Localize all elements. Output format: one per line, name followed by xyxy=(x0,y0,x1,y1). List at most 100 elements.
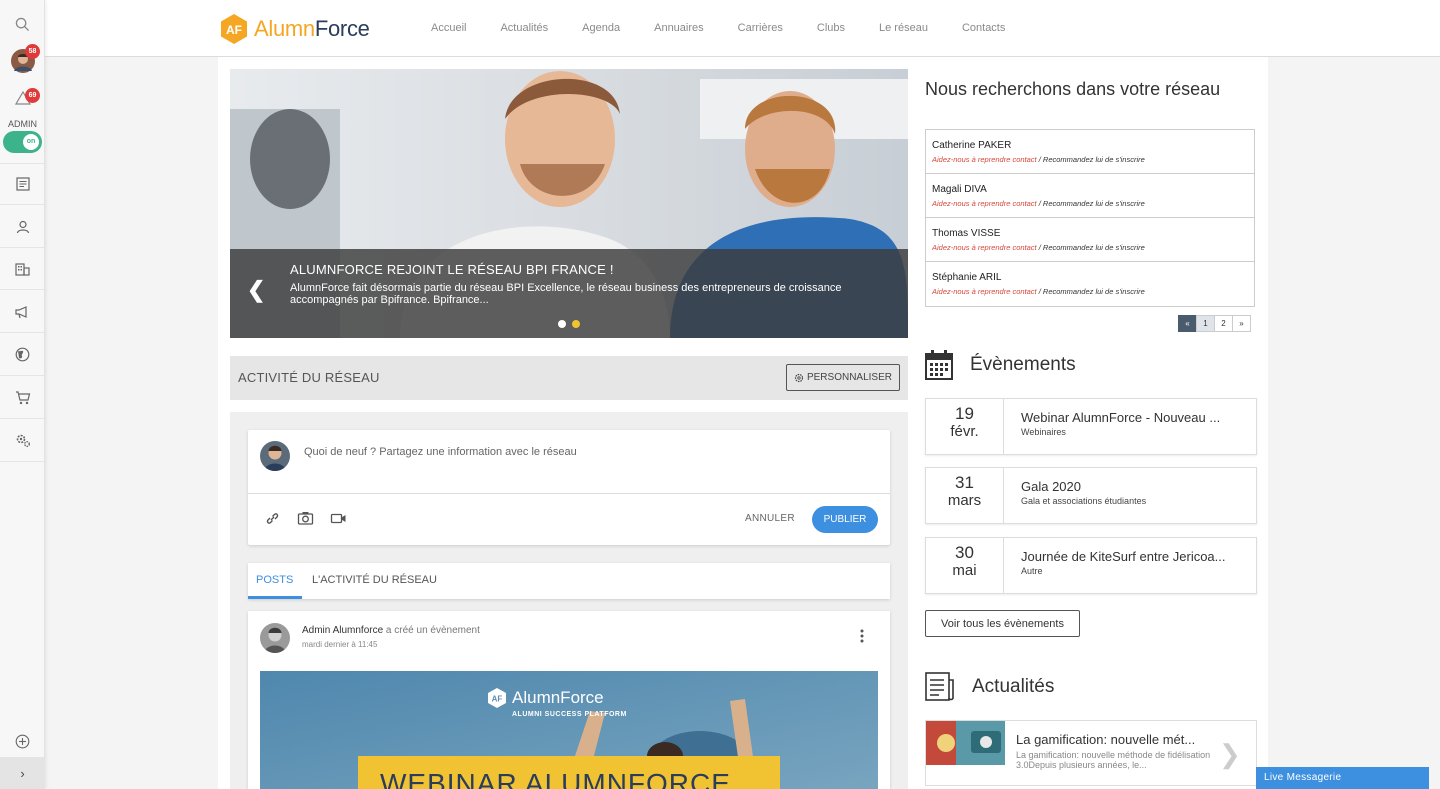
post-image-banner-text: WEBINAR ALUMNFORCE xyxy=(380,768,731,789)
more-vertical-icon[interactable] xyxy=(860,629,864,648)
invite-link[interactable]: Recommandez lui de s'inscrire xyxy=(1043,287,1145,296)
news-title: Actualités xyxy=(972,676,1055,697)
admin-label: ADMIN xyxy=(8,119,37,129)
nav-item-carrieres[interactable]: Carrières xyxy=(738,22,783,34)
post-image[interactable]: AF AlumnForce ALUMNI SUCCESS PLATFORM WE… xyxy=(260,671,878,789)
brand-logo[interactable]: AF AlumnForce xyxy=(218,13,370,45)
invite-link[interactable]: Recommandez lui de s'inscrire xyxy=(1043,243,1145,252)
post-author[interactable]: Admin Alumnforce xyxy=(302,625,383,636)
toggle-knob: on xyxy=(23,134,39,150)
recommend-list: Catherine PAKER Aidez-nous à reprendre c… xyxy=(925,129,1255,307)
logo-hexagon-icon: AF xyxy=(221,14,247,44)
hero-carousel[interactable]: ❮ ALUMNFORCE REJOINT LE RÉSEAU BPI FRANC… xyxy=(230,69,908,338)
video-icon[interactable] xyxy=(330,510,347,532)
feed-post: Admin Alumnforce a créé un évènement mar… xyxy=(248,611,890,789)
nav-item-actualites[interactable]: Actualités xyxy=(500,22,548,34)
nav-item-contacts[interactable]: Contacts xyxy=(962,22,1005,34)
event-day: 31 xyxy=(955,473,974,492)
person-name[interactable]: Catherine PAKER xyxy=(932,140,1011,151)
person-name[interactable]: Magali DIVA xyxy=(932,184,987,195)
recommend-title: Nous recherchons dans votre réseau xyxy=(925,79,1221,99)
carousel-dot[interactable] xyxy=(558,320,566,328)
nav-item-annuaires[interactable]: Annuaires xyxy=(654,22,704,34)
tab-posts[interactable]: POSTS xyxy=(256,574,293,586)
cancel-button[interactable]: ANNULER xyxy=(745,513,795,524)
expand-rail-button[interactable]: › xyxy=(0,757,45,789)
hero-text: AlumnForce fait désormais partie du rése… xyxy=(290,282,842,306)
megaphone-icon[interactable] xyxy=(0,291,45,333)
alert-icon[interactable]: 69 xyxy=(0,88,45,108)
hero-prev-button[interactable]: ❮ xyxy=(247,277,265,303)
building-icon[interactable] xyxy=(0,248,45,290)
event-title[interactable]: Webinar AlumnForce - Nouveau ... xyxy=(1021,410,1246,425)
event-category: Autre xyxy=(1021,566,1043,576)
add-circle-icon[interactable] xyxy=(0,731,45,751)
list-item: Thomas VISSE Aidez-nous à reprendre cont… xyxy=(926,218,1254,262)
svg-text:AF: AF xyxy=(492,695,503,704)
camera-icon[interactable] xyxy=(297,510,314,532)
event-title[interactable]: Gala 2020 xyxy=(1021,479,1246,494)
chevron-right-icon[interactable]: ❯ xyxy=(1219,739,1241,770)
pager-next[interactable]: » xyxy=(1232,315,1251,332)
hero-caption: ❮ ALUMNFORCE REJOINT LE RÉSEAU BPI FRANC… xyxy=(230,249,908,338)
person-name[interactable]: Thomas VISSE xyxy=(932,228,1000,239)
search-icon[interactable] xyxy=(0,12,45,36)
news-thumbnail[interactable] xyxy=(926,721,1005,765)
globe-icon[interactable] xyxy=(0,334,45,376)
settings-icon[interactable] xyxy=(0,420,45,462)
post-image-logo: AF AlumnForce xyxy=(486,687,604,709)
post-avatar[interactable] xyxy=(260,623,290,653)
reconnect-link[interactable]: Aidez-nous à reprendre contact xyxy=(932,243,1037,252)
event-day: 30 xyxy=(955,543,974,562)
cart-icon[interactable] xyxy=(0,377,45,419)
link-icon[interactable] xyxy=(264,510,281,532)
user-icon[interactable] xyxy=(0,206,45,248)
user-avatar[interactable]: 58 xyxy=(0,44,45,74)
post-author-line: Admin Alumnforce a créé un évènement xyxy=(302,625,480,636)
pager-prev[interactable]: « xyxy=(1178,315,1197,332)
carousel-dot-active[interactable] xyxy=(572,320,580,328)
events-header: Évènements xyxy=(925,350,1076,380)
reconnect-link[interactable]: Aidez-nous à reprendre contact xyxy=(932,287,1037,296)
composer-avatar xyxy=(260,441,290,471)
event-card[interactable]: 31 mars Gala 2020 Gala et associations é… xyxy=(925,467,1257,524)
invite-link[interactable]: Recommandez lui de s'inscrire xyxy=(1043,199,1145,208)
list-item: Catherine PAKER Aidez-nous à reprendre c… xyxy=(926,130,1254,174)
person-links: Aidez-nous à reprendre contact / Recomma… xyxy=(932,287,1145,296)
person-links: Aidez-nous à reprendre contact / Recomma… xyxy=(932,243,1145,252)
document-icon[interactable] xyxy=(0,163,45,205)
pager-page-1[interactable]: 1 xyxy=(1196,315,1215,332)
event-date: 19 févr. xyxy=(926,399,1004,454)
nav-item-le-reseau[interactable]: Le réseau xyxy=(879,22,928,34)
composer-input[interactable]: Quoi de neuf ? Partagez une information … xyxy=(304,446,577,458)
nav-item-accueil[interactable]: Accueil xyxy=(431,22,466,34)
reconnect-link[interactable]: Aidez-nous à reprendre contact xyxy=(932,199,1037,208)
event-title[interactable]: Journée de KiteSurf entre Jericoa... xyxy=(1021,549,1246,564)
activity-title: ACTIVITÉ DU RÉSEAU xyxy=(238,370,380,385)
hero-title[interactable]: ALUMNFORCE REJOINT LE RÉSEAU BPI FRANCE … xyxy=(290,262,614,277)
personalize-button[interactable]: PERSONNALISER xyxy=(785,364,900,391)
event-card[interactable]: 19 févr. Webinar AlumnForce - Nouveau ..… xyxy=(925,398,1257,455)
invite-link[interactable]: Recommandez lui de s'inscrire xyxy=(1043,155,1145,164)
tab-network-activity[interactable]: L'ACTIVITÉ DU RÉSEAU xyxy=(312,574,437,586)
live-messaging-bar[interactable]: Live Messagerie xyxy=(1256,767,1429,789)
see-all-events-button[interactable]: Voir tous les évènements xyxy=(925,610,1080,637)
event-card[interactable]: 30 mai Journée de KiteSurf entre Jericoa… xyxy=(925,537,1257,594)
reconnect-link[interactable]: Aidez-nous à reprendre contact xyxy=(932,155,1037,164)
brand-name: AlumnForce xyxy=(254,16,370,41)
person-name[interactable]: Stéphanie ARIL xyxy=(932,272,1002,283)
admin-toggle[interactable]: on xyxy=(3,131,42,153)
pager-page-2[interactable]: 2 xyxy=(1214,315,1233,332)
nav-item-clubs[interactable]: Clubs xyxy=(817,22,845,34)
event-month: févr. xyxy=(950,423,979,440)
event-day: 19 xyxy=(955,404,974,423)
person-links: Aidez-nous à reprendre contact / Recomma… xyxy=(932,155,1145,164)
person-links: Aidez-nous à reprendre contact / Recomma… xyxy=(932,199,1145,208)
event-category: Gala et associations étudiantes xyxy=(1021,496,1147,506)
post-image-subtitle: ALUMNI SUCCESS PLATFORM xyxy=(512,711,627,718)
news-item-title[interactable]: La gamification: nouvelle mét... xyxy=(1016,732,1216,747)
news-card[interactable]: La gamification: nouvelle mét... La gami… xyxy=(925,720,1257,786)
publish-button[interactable]: PUBLIER xyxy=(812,506,878,533)
list-item: Magali DIVA Aidez-nous à reprendre conta… xyxy=(926,174,1254,218)
nav-item-agenda[interactable]: Agenda xyxy=(582,22,620,34)
